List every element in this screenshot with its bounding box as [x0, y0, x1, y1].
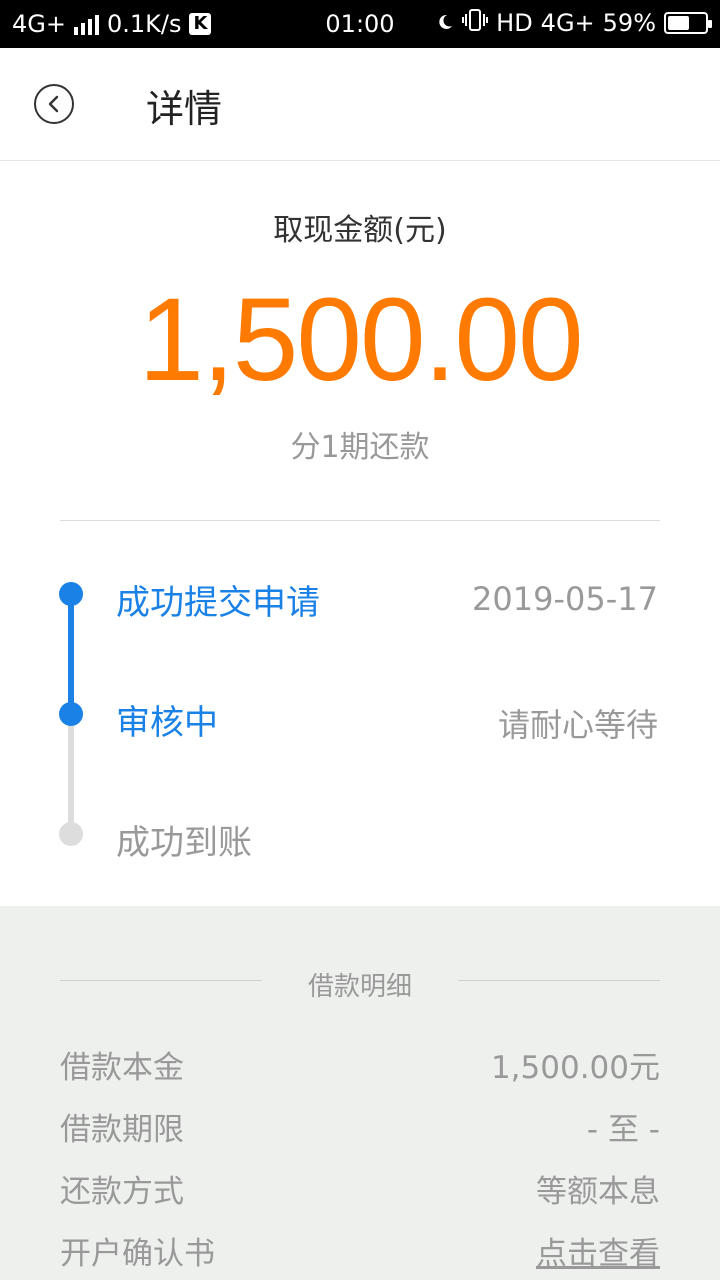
amount-label: 取现金额(元): [273, 213, 447, 248]
detail-key: 借款本金: [60, 1050, 184, 1086]
back-button[interactable]: [34, 84, 74, 124]
status-right: HD 4G+ 59%: [436, 8, 712, 38]
detail-row-repayment: 还款方式 等额本息: [60, 1166, 660, 1214]
vibrate-icon: [462, 8, 489, 38]
detail-value: 1,500.00元: [490, 1050, 660, 1086]
timeline-dot-2: [59, 702, 83, 726]
timeline-line-inactive: [68, 714, 74, 834]
timeline-step-3: 成功到账: [116, 823, 252, 863]
detail-key: 开户确认书: [60, 1236, 215, 1272]
detail-row-term: 借款期限 - 至 -: [60, 1104, 660, 1152]
detail-value: - 至 -: [586, 1112, 660, 1148]
network-type-2: 4G+: [540, 9, 595, 37]
details-title-line-right: [458, 980, 660, 981]
app-header: 详情: [0, 48, 720, 161]
status-bar: 4G+ 0.1K/s K 01:00 HD 4G+ 59%: [0, 0, 720, 48]
details-title: 借款明细: [307, 972, 412, 1002]
detail-key: 还款方式: [60, 1174, 184, 1210]
timeline-step-1: 成功提交申请: [116, 583, 320, 623]
divider: [60, 520, 660, 521]
chevron-left-icon: [48, 95, 59, 113]
detail-row-confirmation: 开户确认书 点击查看: [60, 1228, 660, 1276]
installment-text: 分1期还款: [290, 430, 430, 465]
hd-label: HD: [496, 9, 533, 37]
page-title: 详情: [146, 87, 223, 131]
battery-percent: 59%: [602, 9, 656, 37]
timeline-step-1-date: 2019-05-17: [472, 580, 658, 618]
battery-icon: [664, 12, 712, 34]
timeline-dot-1: [59, 582, 83, 606]
timeline-step-2-note: 请耐心等待: [497, 706, 658, 744]
timeline-line-active: [68, 594, 74, 714]
detail-row-principal: 借款本金 1,500.00元: [60, 1042, 660, 1090]
timeline-step-2: 审核中: [116, 703, 218, 743]
loan-details: 借款明细 借款本金 1,500.00元 借款期限 - 至 - 还款方式 等额本息…: [0, 906, 720, 1280]
detail-value: 等额本息: [536, 1174, 660, 1210]
detail-key: 借款期限: [60, 1112, 184, 1148]
view-confirmation-link[interactable]: 点击查看: [536, 1228, 660, 1273]
timeline-dot-3: [59, 822, 83, 846]
amount-value: 1,500.00: [138, 274, 583, 406]
moon-icon: [436, 9, 454, 37]
